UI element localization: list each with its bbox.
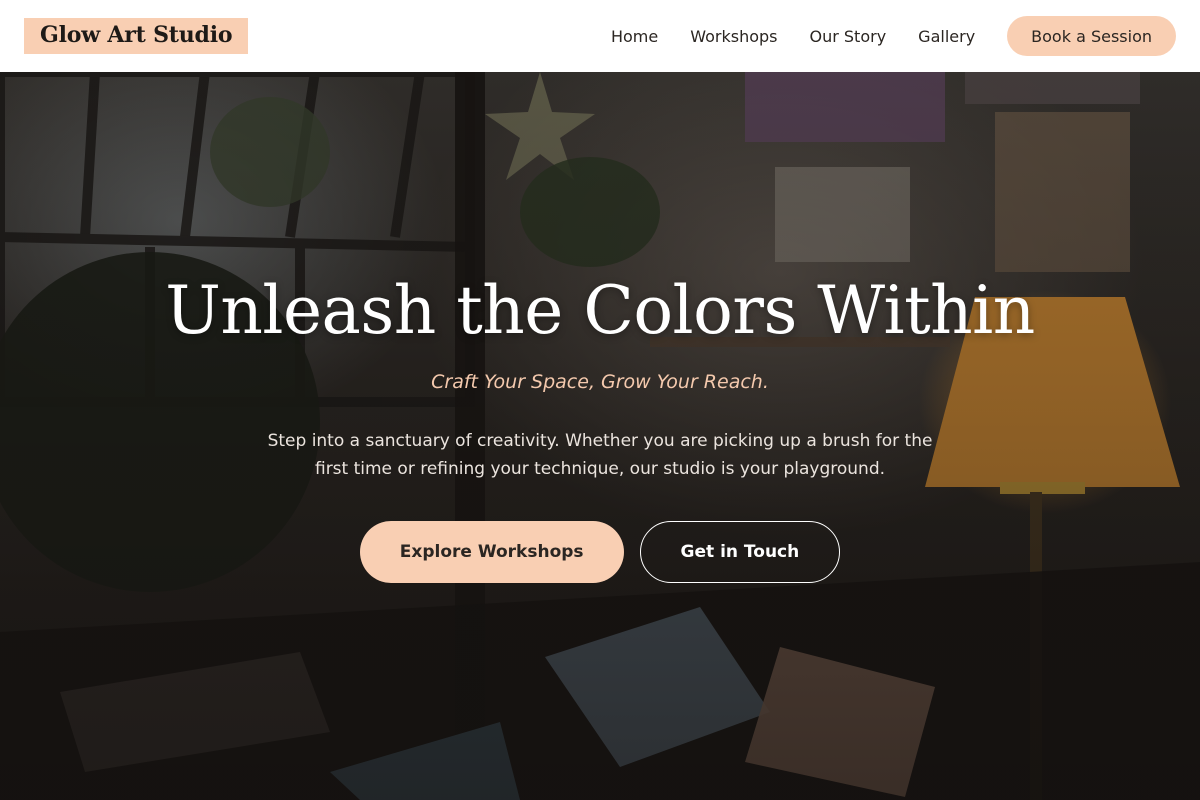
site-logo[interactable]: Glow Art Studio [24,18,249,54]
hero-description: Step into a sanctuary of creativity. Whe… [267,431,933,479]
nav-link-home[interactable]: Home [611,27,658,46]
hero-content: Unleash the Colors Within Craft Your Spa… [0,72,1200,800]
hero-tagline: Craft Your Space, Grow Your Reach. [431,371,769,393]
get-in-touch-button[interactable]: Get in Touch [639,521,841,583]
book-session-button[interactable]: Book a Session [1007,16,1176,56]
main-nav: Home Workshops Our Story Gallery [611,27,975,46]
nav-link-our-story[interactable]: Our Story [810,27,887,46]
hero-cta-group: Explore Workshops Get in Touch [359,521,841,583]
site-header: Glow Art Studio Home Workshops Our Story… [0,0,1200,72]
explore-workshops-button[interactable]: Explore Workshops [359,521,624,583]
nav-link-workshops[interactable]: Workshops [690,27,777,46]
hero-section: Unleash the Colors Within Craft Your Spa… [0,72,1200,800]
nav-link-gallery[interactable]: Gallery [918,27,975,46]
hero-title: Unleash the Colors Within [165,272,1035,349]
